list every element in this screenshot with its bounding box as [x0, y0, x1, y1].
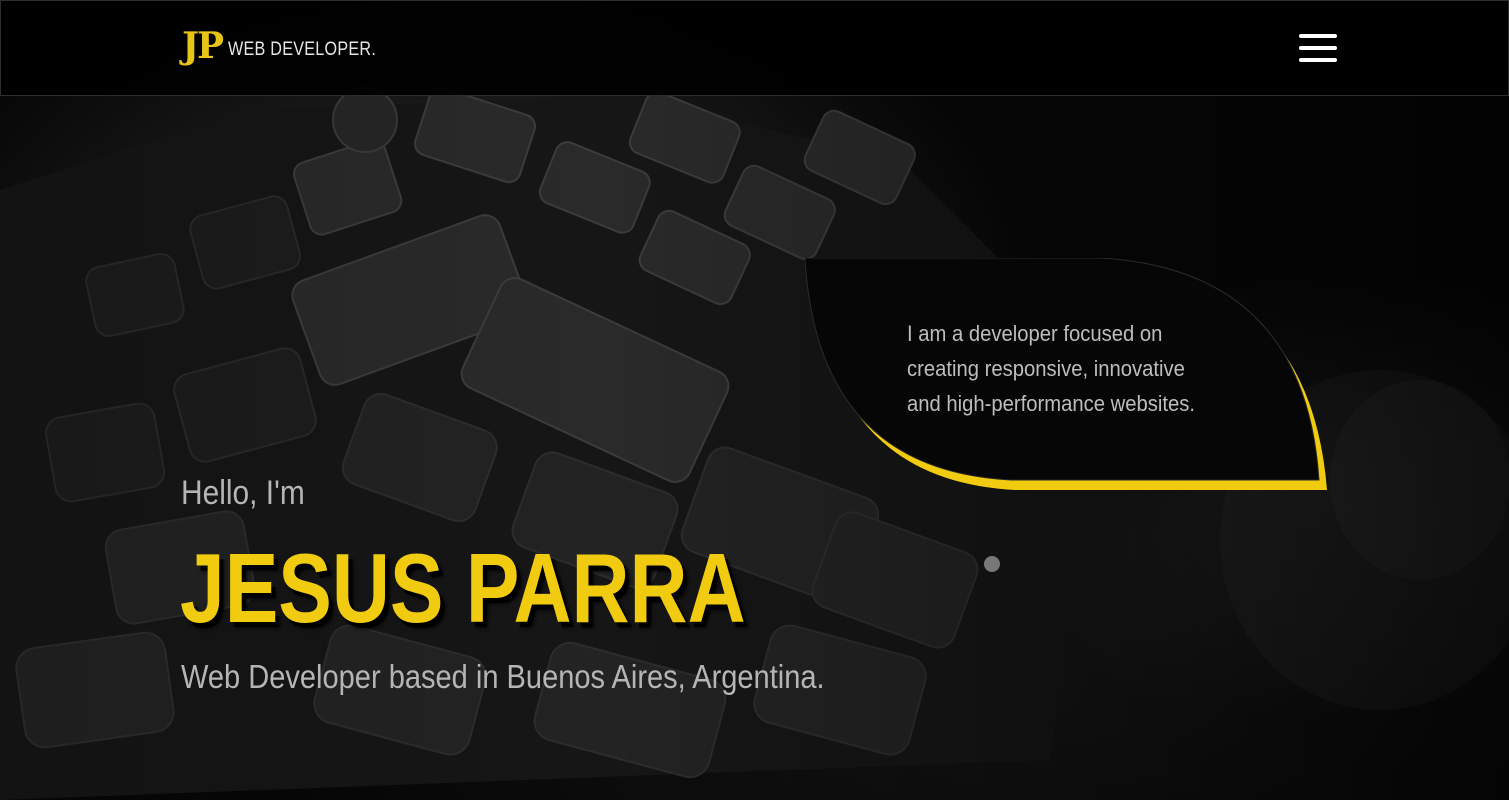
logo-link[interactable]: JP WEB DEVELOPER. [182, 25, 402, 67]
intro-line-2: creating responsive, innovative [907, 356, 1185, 381]
site-header: JP WEB DEVELOPER. [0, 0, 1509, 96]
menu-bar-top [1299, 34, 1337, 38]
intro-text: I am a developer focused on creating res… [907, 316, 1211, 421]
hamburger-menu-icon[interactable] [1299, 34, 1337, 62]
logo-text: WEB DEVELOPER. [228, 39, 377, 60]
menu-bar-bottom [1299, 58, 1337, 62]
hero-name: JESUS PARRA [180, 533, 746, 643]
logo-mark: JP [182, 25, 224, 67]
hero-greeting: Hello, I'm [181, 474, 305, 512]
intro-bubble: I am a developer focused on creating res… [805, 258, 1327, 490]
intro-line-3: and high-performance websites. [907, 391, 1196, 416]
hero-tagline: Web Developer based in Buenos Aires, Arg… [181, 658, 825, 695]
intro-line-1: I am a developer focused on [907, 321, 1163, 346]
menu-bar-middle [1299, 46, 1337, 50]
page: JP WEB DEVELOPER. I am a developer focus… [0, 0, 1509, 800]
